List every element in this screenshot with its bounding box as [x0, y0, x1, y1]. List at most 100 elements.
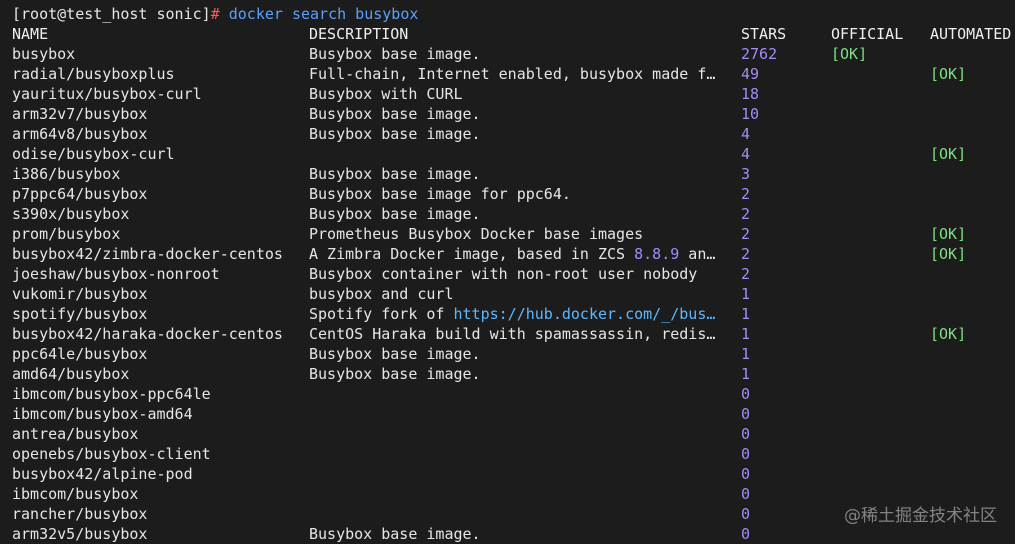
table-row: busybox42/haraka-docker-centos CentOS Har… — [0, 324, 1015, 344]
stars-count: 0 — [741, 425, 751, 443]
stars-count: 2 — [741, 205, 751, 223]
results-list: busybox Busybox base image. 2762 [OK] radial… — [0, 44, 1015, 544]
repo-description: Busybox base image. — [309, 125, 481, 143]
repo-name: ibmcom/busybox — [12, 485, 139, 503]
prompt: [root@test_host sonic]# docker search bu… — [12, 4, 418, 24]
stars-count: 0 — [741, 485, 751, 503]
repo-name: openebs/busybox-client — [12, 445, 211, 463]
table-row: p7ppc64/busybox Busybox base image for pp… — [0, 184, 1015, 204]
repo-description: A Zimbra Docker image, based in ZCS 8.8.… — [309, 244, 715, 264]
repo-description: Busybox base image. — [309, 45, 481, 63]
table-row: ibmcom/busybox-amd64 0 — [0, 404, 1015, 424]
repo-name: rancher/busybox — [12, 505, 148, 523]
repo-description: Spotify fork of https://hub.docker.com/_… — [309, 304, 715, 324]
stars-count: 0 — [741, 405, 751, 423]
stars-count: 2 — [741, 265, 751, 283]
repo-name: joeshaw/busybox-nonroot — [12, 265, 220, 283]
stars-count: 0 — [741, 465, 751, 483]
table-row: arm32v5/busybox Busybox base image. 0 — [0, 524, 1015, 544]
watermark: @稀土掘金技术社区 — [844, 506, 997, 526]
repo-name: antrea/busybox — [12, 425, 139, 443]
stars-count: 1 — [741, 305, 751, 323]
stars-count: 0 — [741, 525, 751, 543]
stars-count: 0 — [741, 385, 751, 403]
table-header: NAME DESCRIPTION STARS OFFICIAL AUTOMATE… — [0, 24, 1015, 44]
description-text-end: an… — [679, 245, 716, 263]
repo-name: busybox42/haraka-docker-centos — [12, 325, 283, 343]
prompt-line: [root@test_host sonic]# docker search bu… — [0, 4, 1015, 24]
description-text: Spotify fork of — [309, 305, 454, 323]
header-automated: AUTOMATED — [930, 25, 1012, 43]
automated-badge: [OK] — [930, 245, 967, 263]
table-row: busybox Busybox base image. 2762 [OK] — [0, 44, 1015, 64]
stars-count: 1 — [741, 325, 751, 343]
stars-count: 49 — [741, 65, 760, 83]
automated-badge: [OK] — [930, 65, 967, 83]
repo-name: prom/busybox — [12, 225, 121, 243]
repo-description: busybox and curl — [309, 285, 454, 303]
table-row: spotify/busybox Spotify fork of https://h… — [0, 304, 1015, 324]
table-row: vukomir/busybox busybox and curl 1 — [0, 284, 1015, 304]
repo-description: Full-chain, Internet enabled, busybox ma… — [309, 65, 716, 83]
stars-count: 0 — [741, 505, 751, 523]
table-row: antrea/busybox 0 — [0, 424, 1015, 444]
table-row: odise/busybox-curl 4 [OK] — [0, 144, 1015, 164]
stars-count: 4 — [741, 125, 751, 143]
repo-name: yauritux/busybox-curl — [12, 85, 202, 103]
stars-count: 2762 — [741, 45, 778, 63]
repo-name: busybox42/alpine-pod — [12, 465, 193, 483]
repo-name: radial/busyboxplus — [12, 65, 175, 83]
repo-description: Busybox base image. — [309, 345, 481, 363]
stars-count: 10 — [741, 105, 760, 123]
table-row: yauritux/busybox-curl Busybox with CURL 18 — [0, 84, 1015, 104]
table-row: arm32v7/busybox Busybox base image. 10 — [0, 104, 1015, 124]
repo-name: i386/busybox — [12, 165, 121, 183]
header-name: NAME — [12, 25, 49, 43]
table-row: s390x/busybox Busybox base image. 2 — [0, 204, 1015, 224]
repo-name: ibmcom/busybox-ppc64le — [12, 385, 211, 403]
header-official: OFFICIAL — [831, 25, 904, 43]
table-row: amd64/busybox Busybox base image. 1 — [0, 364, 1015, 384]
automated-badge: [OK] — [930, 145, 967, 163]
repo-description: Busybox with CURL — [309, 85, 463, 103]
table-row: arm64v8/busybox Busybox base image. 4 — [0, 124, 1015, 144]
automated-badge: [OK] — [930, 225, 967, 243]
table-row: i386/busybox Busybox base image. 3 — [0, 164, 1015, 184]
description-link[interactable]: https://hub.docker.com/_/bus… — [454, 305, 716, 323]
repo-description: Busybox container with non-root user nob… — [309, 265, 698, 283]
table-row: radial/busyboxplus Full-chain, Internet e… — [0, 64, 1015, 84]
repo-name: p7ppc64/busybox — [12, 185, 148, 203]
repo-description: Busybox base image for ppc64. — [309, 185, 571, 203]
repo-description: Busybox base image. — [309, 165, 481, 183]
table-row: busybox42/alpine-pod 0 — [0, 464, 1015, 484]
repo-name: spotify/busybox — [12, 305, 148, 323]
stars-count: 1 — [741, 365, 751, 383]
stars-count: 4 — [741, 145, 751, 163]
table-row: joeshaw/busybox-nonroot Busybox container… — [0, 264, 1015, 284]
stars-count: 1 — [741, 345, 751, 363]
table-row: ibmcom/busybox-ppc64le 0 — [0, 384, 1015, 404]
repo-name: busybox42/zimbra-docker-centos — [12, 245, 283, 263]
repo-description: Busybox base image. — [309, 365, 481, 383]
repo-name: vukomir/busybox — [12, 285, 148, 303]
stars-count: 0 — [741, 445, 751, 463]
terminal-window[interactable]: [root@test_host sonic]# docker search bu… — [0, 0, 1015, 544]
table-row: prom/busybox Prometheus Busybox Docker ba… — [0, 224, 1015, 244]
stars-count: 1 — [741, 285, 751, 303]
repo-name: amd64/busybox — [12, 365, 130, 383]
repo-name: ibmcom/busybox-amd64 — [12, 405, 193, 423]
repo-description: Prometheus Busybox Docker base images — [309, 225, 644, 243]
table-row: openebs/busybox-client 0 — [0, 444, 1015, 464]
repo-name: arm32v7/busybox — [12, 105, 148, 123]
stars-count: 2 — [741, 185, 751, 203]
repo-description: Busybox base image. — [309, 105, 481, 123]
stars-count: 2 — [741, 225, 751, 243]
repo-name: busybox — [12, 45, 76, 63]
repo-description: CentOS Haraka build with spamassassin, r… — [309, 325, 716, 343]
header-description: DESCRIPTION — [309, 25, 409, 43]
description-text: A Zimbra Docker image, based in ZCS — [309, 245, 635, 263]
prompt-user-host: [root@test_host sonic] — [12, 5, 211, 23]
stars-count: 3 — [741, 165, 751, 183]
repo-name: ppc64le/busybox — [12, 345, 148, 363]
stars-count: 18 — [741, 85, 760, 103]
